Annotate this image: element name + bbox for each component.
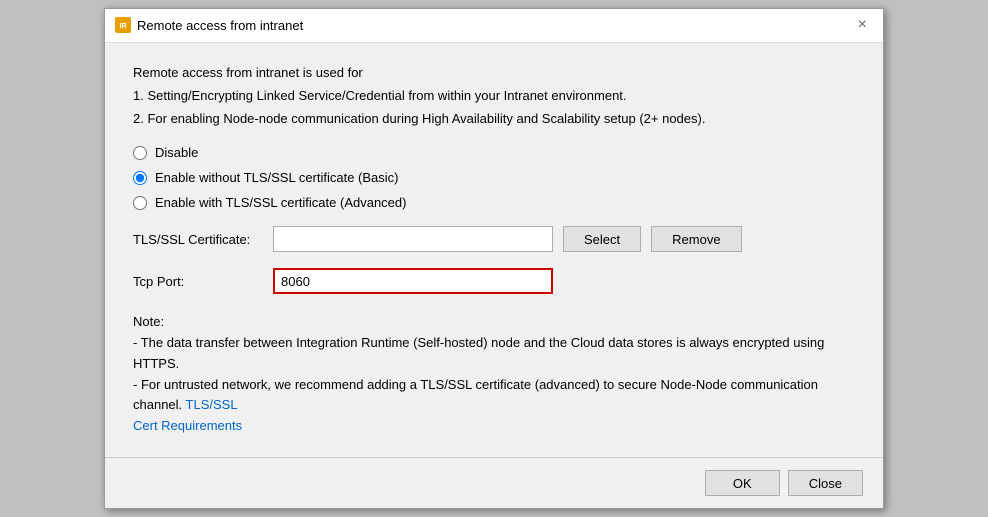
description-intro: Remote access from intranet is used for <box>133 63 855 84</box>
radio-enable-advanced-input[interactable] <box>133 196 147 210</box>
title-bar-left: IR Remote access from intranet <box>115 17 303 33</box>
ir-icon: IR <box>116 18 130 32</box>
radio-enable-advanced-label: Enable with TLS/SSL certificate (Advance… <box>155 195 406 210</box>
ok-button[interactable]: OK <box>705 470 780 496</box>
dialog-content: Remote access from intranet is used for … <box>105 43 883 457</box>
note-section: Note: - The data transfer between Integr… <box>133 312 855 437</box>
footer-close-button[interactable]: Close <box>788 470 863 496</box>
radio-enable-basic-input[interactable] <box>133 171 147 185</box>
note-title: Note: <box>133 312 855 333</box>
radio-enable-advanced[interactable]: Enable with TLS/SSL certificate (Advance… <box>133 195 855 210</box>
description-section: Remote access from intranet is used for … <box>133 63 855 131</box>
title-bar: IR Remote access from intranet × <box>105 9 883 43</box>
cert-input[interactable] <box>273 226 553 252</box>
description-point1: 1. Setting/Encrypting Linked Service/Cre… <box>133 86 855 107</box>
remote-access-dialog: IR Remote access from intranet × Remote … <box>104 8 884 509</box>
remove-button[interactable]: Remove <box>651 226 741 252</box>
cert-requirements-link[interactable]: Cert Requirements <box>133 418 242 433</box>
radio-disable-input[interactable] <box>133 146 147 160</box>
radio-enable-basic[interactable]: Enable without TLS/SSL certificate (Basi… <box>133 170 855 185</box>
dialog-icon: IR <box>115 17 131 33</box>
dialog-footer: OK Close <box>105 457 883 508</box>
note-line2: - For untrusted network, we recommend ad… <box>133 375 855 417</box>
svg-text:IR: IR <box>120 23 127 30</box>
radio-disable[interactable]: Disable <box>133 145 855 160</box>
description-point2: 2. For enabling Node-node communication … <box>133 109 855 130</box>
note-line3: Cert Requirements <box>133 416 855 437</box>
radio-enable-basic-label: Enable without TLS/SSL certificate (Basi… <box>155 170 399 185</box>
cert-label: TLS/SSL Certificate: <box>133 232 263 247</box>
dialog-title: Remote access from intranet <box>137 18 303 33</box>
port-input[interactable] <box>273 268 553 294</box>
note-line1: - The data transfer between Integration … <box>133 333 855 375</box>
tls-ssl-link[interactable]: TLS/SSL <box>186 397 238 412</box>
select-button[interactable]: Select <box>563 226 641 252</box>
port-label: Tcp Port: <box>133 274 263 289</box>
radio-group: Disable Enable without TLS/SSL certifica… <box>133 145 855 210</box>
cert-field-row: TLS/SSL Certificate: Select Remove <box>133 226 855 252</box>
close-x-button[interactable]: × <box>852 15 873 35</box>
radio-disable-label: Disable <box>155 145 198 160</box>
port-field-row: Tcp Port: <box>133 268 855 294</box>
